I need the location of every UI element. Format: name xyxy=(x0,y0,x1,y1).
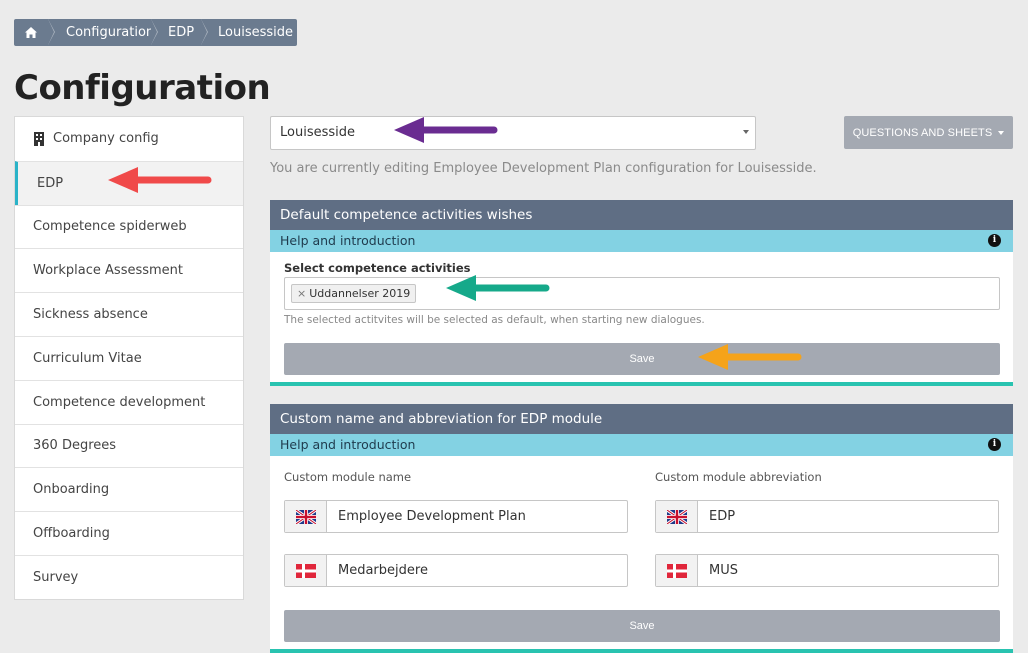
remove-tag-icon[interactable]: × xyxy=(297,287,306,300)
editing-note: You are currently editing Employee Devel… xyxy=(270,161,817,176)
purple-annotation-arrow-icon xyxy=(394,117,498,143)
panel-accent-bar xyxy=(270,649,1013,653)
sidebar-item-label: 360 Degrees xyxy=(33,438,117,454)
uk-flag-icon xyxy=(666,509,687,524)
sidebar-item-label: Curriculum Vitae xyxy=(33,350,142,366)
flag-box xyxy=(285,501,327,532)
breadcrumb-label: Louisesside xyxy=(218,25,293,40)
module-abbr-da-value: MUS xyxy=(709,563,738,578)
sidebar-item-offboarding[interactable]: Offboarding xyxy=(15,511,243,555)
sidebar-item-label: Sickness absence xyxy=(33,307,148,323)
sidebar-item-company-config[interactable]: Company config xyxy=(15,117,243,161)
caret-down-icon xyxy=(998,130,1005,135)
activities-hint: The selected actitvites will be selected… xyxy=(284,314,705,326)
building-icon xyxy=(34,131,44,146)
sidebar-item-label: Onboarding xyxy=(33,482,110,498)
sidebar-item-label: Survey xyxy=(33,569,79,585)
info-icon[interactable]: i xyxy=(988,438,1001,451)
help-label: Help and introduction xyxy=(280,437,416,452)
flag-box xyxy=(285,555,327,586)
flag-box xyxy=(656,555,698,586)
sidebar-item-label: EDP xyxy=(37,175,64,191)
questions-and-sheets-button[interactable]: QUESTIONS AND SHEETS xyxy=(844,116,1013,149)
sidebar-item-label: Competence spiderweb xyxy=(33,219,187,235)
danish-flag-icon xyxy=(666,563,687,578)
caret-down-icon xyxy=(743,130,749,134)
company-select[interactable]: Louisesside xyxy=(270,116,756,150)
module-abbr-en-value: EDP xyxy=(709,509,736,524)
activity-tag: × Uddannelser 2019 xyxy=(291,284,417,303)
breadcrumb-label: Configuration xyxy=(66,25,155,40)
custom-name-panel: Custom name and abbreviation for EDP mod… xyxy=(270,404,1013,653)
custom-module-name-label: Custom module name xyxy=(284,470,412,484)
custom-module-abbr-label: Custom module abbreviation xyxy=(655,470,822,484)
breadcrumb-configuration[interactable]: Configuration xyxy=(48,19,158,46)
questions-and-sheets-label: QUESTIONS AND SHEETS xyxy=(852,126,993,139)
module-name-da-input[interactable]: Medarbejdere xyxy=(284,554,628,587)
help-introduction-toggle[interactable]: Help and introduction i xyxy=(270,434,1013,456)
sidebar-item-label: Workplace Assessment xyxy=(33,263,184,279)
breadcrumb-label: EDP xyxy=(168,25,195,40)
sidebar-item-360-degrees[interactable]: 360 Degrees xyxy=(15,423,243,468)
uk-flag-icon xyxy=(295,509,316,524)
info-icon[interactable]: i xyxy=(988,234,1001,247)
save-custom-name-button[interactable]: Save xyxy=(284,610,1000,642)
panel-accent-bar xyxy=(270,382,1013,386)
orange-annotation-arrow-icon xyxy=(698,344,802,370)
sidebar-item-label: Offboarding xyxy=(33,526,110,542)
sidebar-item-label: Competence development xyxy=(33,394,206,410)
save-activities-button[interactable]: Save xyxy=(284,343,1000,375)
breadcrumb-edp[interactable]: EDP xyxy=(151,19,208,46)
home-icon xyxy=(25,27,37,38)
breadcrumb-current: Louisesside xyxy=(201,19,297,46)
sidebar-item-onboarding[interactable]: Onboarding xyxy=(15,467,243,511)
activity-tag-label: Uddannelser 2019 xyxy=(309,287,411,300)
breadcrumb: Configuration EDP Louisesside xyxy=(14,19,297,46)
company-select-value: Louisesside xyxy=(280,125,355,140)
help-label: Help and introduction xyxy=(280,233,416,248)
sidebar-item-competence-development[interactable]: Competence development xyxy=(15,379,243,424)
teal-annotation-arrow-icon xyxy=(446,275,550,301)
sidebar-item-competence-spiderweb[interactable]: Competence spiderweb xyxy=(15,204,243,249)
page-title: Configuration xyxy=(14,68,271,108)
panel-title: Default competence activities wishes xyxy=(270,200,1013,230)
module-name-en-value: Employee Development Plan xyxy=(338,509,526,524)
sidebar-item-curriculum-vitae[interactable]: Curriculum Vitae xyxy=(15,335,243,380)
module-name-en-input[interactable]: Employee Development Plan xyxy=(284,500,628,533)
danish-flag-icon xyxy=(295,563,316,578)
panel-title: Custom name and abbreviation for EDP mod… xyxy=(270,404,1013,434)
sidebar-item-sickness-absence[interactable]: Sickness absence xyxy=(15,292,243,336)
module-name-da-value: Medarbejdere xyxy=(338,563,428,578)
sidebar-item-survey[interactable]: Survey xyxy=(15,554,243,599)
help-introduction-toggle[interactable]: Help and introduction i xyxy=(270,230,1013,252)
sidebar-item-workplace-assessment[interactable]: Workplace Assessment xyxy=(15,248,243,292)
red-annotation-arrow-icon xyxy=(108,167,212,193)
module-abbr-da-input[interactable]: MUS xyxy=(655,554,999,587)
sidebar-item-label: Company config xyxy=(53,131,159,147)
breadcrumb-home[interactable] xyxy=(14,19,55,46)
activities-multiselect[interactable]: × Uddannelser 2019 xyxy=(284,277,1000,310)
flag-box xyxy=(656,501,698,532)
module-abbr-en-input[interactable]: EDP xyxy=(655,500,999,533)
default-activities-panel: Default competence activities wishes Hel… xyxy=(270,200,1013,386)
